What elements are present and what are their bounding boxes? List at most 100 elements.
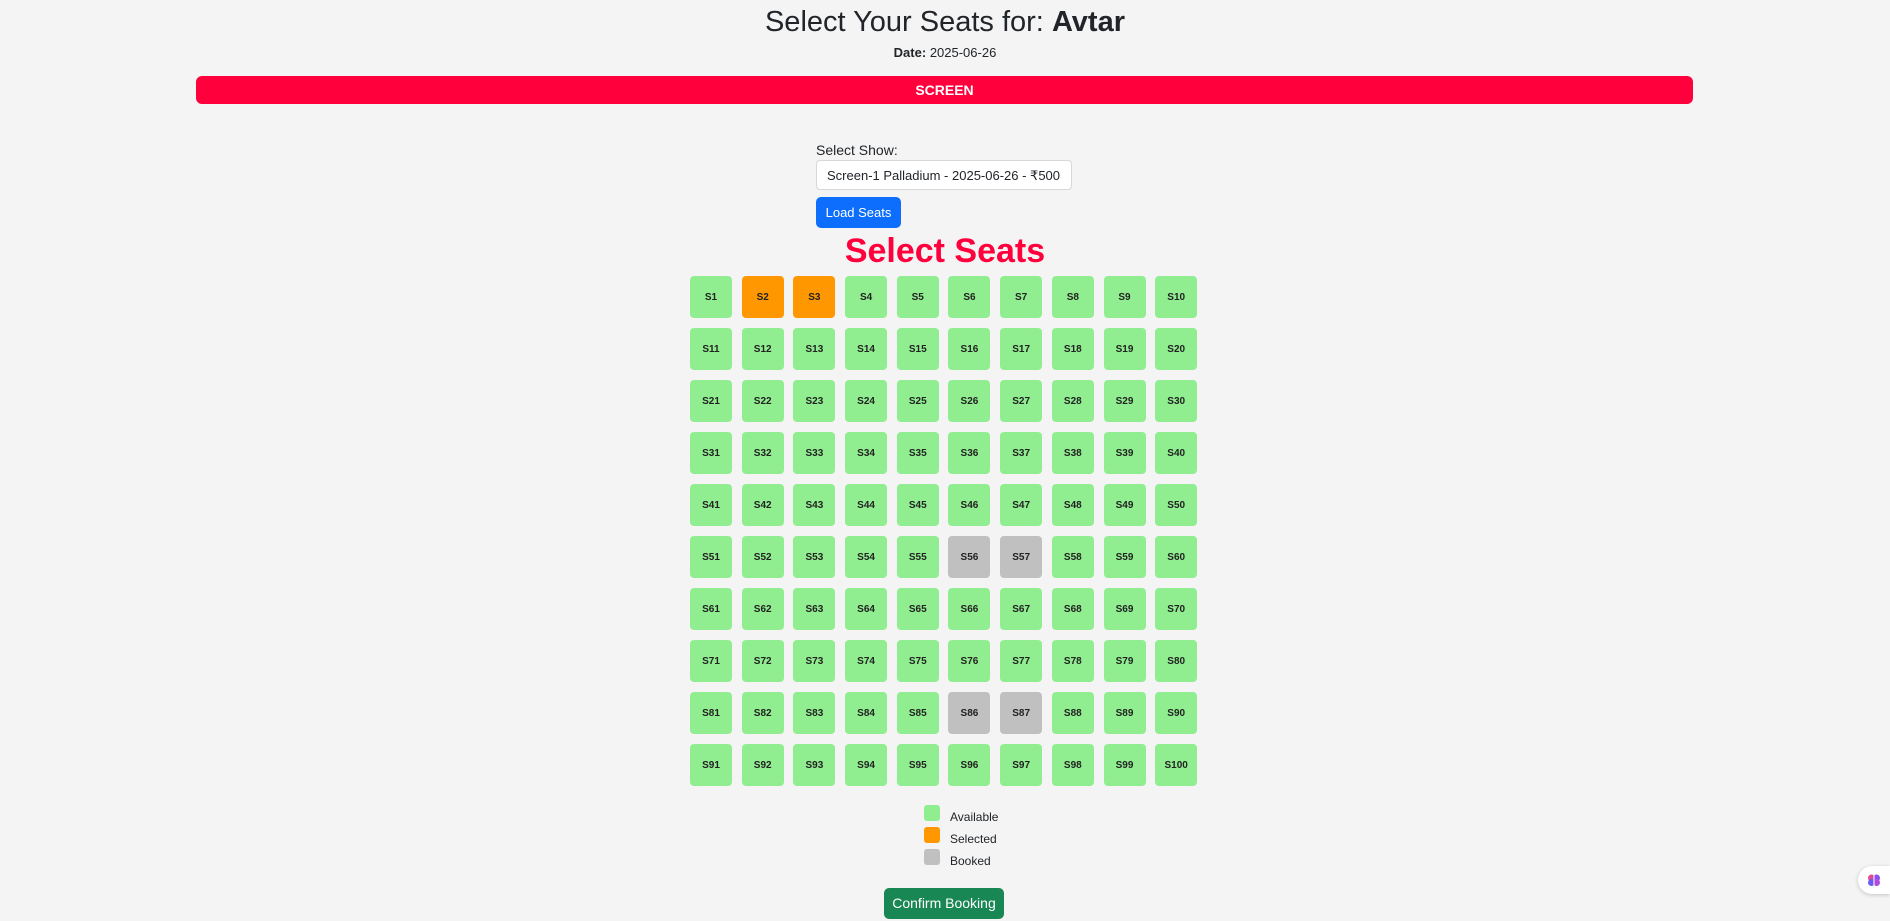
seat-13[interactable]: S13: [793, 328, 836, 370]
seat-62[interactable]: S62: [741, 588, 784, 630]
seat-42[interactable]: S42: [741, 484, 784, 526]
seat-28[interactable]: S28: [1051, 380, 1094, 422]
seat-26[interactable]: S26: [948, 380, 991, 422]
seat-12[interactable]: S12: [741, 328, 784, 370]
seat-81[interactable]: S81: [690, 692, 732, 734]
seat-2[interactable]: S2: [741, 276, 784, 318]
seat-11[interactable]: S11: [690, 328, 732, 370]
seat-83[interactable]: S83: [793, 692, 836, 734]
seat-69[interactable]: S69: [1103, 588, 1146, 630]
seat-46[interactable]: S46: [948, 484, 991, 526]
seat-71[interactable]: S71: [690, 640, 732, 682]
seat-1[interactable]: S1: [690, 276, 732, 318]
seat-27[interactable]: S27: [1000, 380, 1043, 422]
seat-67[interactable]: S67: [1000, 588, 1043, 630]
seat-85[interactable]: S85: [896, 692, 939, 734]
seat-75[interactable]: S75: [896, 640, 939, 682]
seat-16[interactable]: S16: [948, 328, 991, 370]
seat-74[interactable]: S74: [845, 640, 888, 682]
seat-93[interactable]: S93: [793, 744, 836, 786]
seat-49[interactable]: S49: [1103, 484, 1146, 526]
seat-53[interactable]: S53: [793, 536, 836, 578]
seat-78[interactable]: S78: [1051, 640, 1094, 682]
seat-55[interactable]: S55: [896, 536, 939, 578]
seat-19[interactable]: S19: [1103, 328, 1146, 370]
seat-92[interactable]: S92: [741, 744, 784, 786]
seat-63[interactable]: S63: [793, 588, 836, 630]
seat-43[interactable]: S43: [793, 484, 836, 526]
seat-73[interactable]: S73: [793, 640, 836, 682]
seat-3[interactable]: S3: [793, 276, 836, 318]
seat-25[interactable]: S25: [896, 380, 939, 422]
seat-10[interactable]: S10: [1155, 276, 1198, 318]
seat-45[interactable]: S45: [896, 484, 939, 526]
seat-4[interactable]: S4: [845, 276, 888, 318]
seat-91[interactable]: S91: [690, 744, 732, 786]
seat-21[interactable]: S21: [690, 380, 732, 422]
seat-77[interactable]: S77: [1000, 640, 1043, 682]
seat-80[interactable]: S80: [1155, 640, 1198, 682]
seat-65[interactable]: S65: [896, 588, 939, 630]
seat-5[interactable]: S5: [896, 276, 939, 318]
seat-37[interactable]: S37: [1000, 432, 1043, 474]
seat-51[interactable]: S51: [690, 536, 732, 578]
seat-95[interactable]: S95: [896, 744, 939, 786]
seat-38[interactable]: S38: [1051, 432, 1094, 474]
seat-61[interactable]: S61: [690, 588, 732, 630]
seat-64[interactable]: S64: [845, 588, 888, 630]
seat-9[interactable]: S9: [1103, 276, 1146, 318]
seat-33[interactable]: S33: [793, 432, 836, 474]
seat-52[interactable]: S52: [741, 536, 784, 578]
seat-17[interactable]: S17: [1000, 328, 1043, 370]
seat-54[interactable]: S54: [845, 536, 888, 578]
seat-24[interactable]: S24: [845, 380, 888, 422]
seat-40[interactable]: S40: [1155, 432, 1198, 474]
seat-100[interactable]: S100: [1155, 744, 1198, 786]
seat-66[interactable]: S66: [948, 588, 991, 630]
seat-41[interactable]: S41: [690, 484, 732, 526]
seat-58[interactable]: S58: [1051, 536, 1094, 578]
seat-72[interactable]: S72: [741, 640, 784, 682]
seat-23[interactable]: S23: [793, 380, 836, 422]
seat-7[interactable]: S7: [1000, 276, 1043, 318]
seat-48[interactable]: S48: [1051, 484, 1094, 526]
show-select[interactable]: Screen-1 Palladium - 2025-06-26 - ₹500: [816, 160, 1072, 190]
seat-89[interactable]: S89: [1103, 692, 1146, 734]
seat-32[interactable]: S32: [741, 432, 784, 474]
seat-18[interactable]: S18: [1051, 328, 1094, 370]
seat-30[interactable]: S30: [1155, 380, 1198, 422]
seat-99[interactable]: S99: [1103, 744, 1146, 786]
seat-47[interactable]: S47: [1000, 484, 1043, 526]
seat-98[interactable]: S98: [1051, 744, 1094, 786]
seat-68[interactable]: S68: [1051, 588, 1094, 630]
seat-8[interactable]: S8: [1051, 276, 1094, 318]
seat-31[interactable]: S31: [690, 432, 732, 474]
seat-82[interactable]: S82: [741, 692, 784, 734]
seat-94[interactable]: S94: [845, 744, 888, 786]
seat-35[interactable]: S35: [896, 432, 939, 474]
seat-15[interactable]: S15: [896, 328, 939, 370]
seat-29[interactable]: S29: [1103, 380, 1146, 422]
seat-70[interactable]: S70: [1155, 588, 1198, 630]
seat-6[interactable]: S6: [948, 276, 991, 318]
seat-50[interactable]: S50: [1155, 484, 1198, 526]
seat-36[interactable]: S36: [948, 432, 991, 474]
seat-60[interactable]: S60: [1155, 536, 1198, 578]
seat-14[interactable]: S14: [845, 328, 888, 370]
seat-88[interactable]: S88: [1051, 692, 1094, 734]
seat-79[interactable]: S79: [1103, 640, 1146, 682]
seat-84[interactable]: S84: [845, 692, 888, 734]
seat-34[interactable]: S34: [845, 432, 888, 474]
seat-96[interactable]: S96: [948, 744, 991, 786]
confirm-booking-button[interactable]: Confirm Booking: [884, 888, 1004, 919]
seat-22[interactable]: S22: [741, 380, 784, 422]
seat-39[interactable]: S39: [1103, 432, 1146, 474]
load-seats-button[interactable]: Load Seats: [816, 197, 901, 228]
brain-icon[interactable]: [1858, 866, 1890, 894]
seat-20[interactable]: S20: [1155, 328, 1198, 370]
seat-97[interactable]: S97: [1000, 744, 1043, 786]
seat-44[interactable]: S44: [845, 484, 888, 526]
seat-59[interactable]: S59: [1103, 536, 1146, 578]
seat-76[interactable]: S76: [948, 640, 991, 682]
seat-90[interactable]: S90: [1155, 692, 1198, 734]
